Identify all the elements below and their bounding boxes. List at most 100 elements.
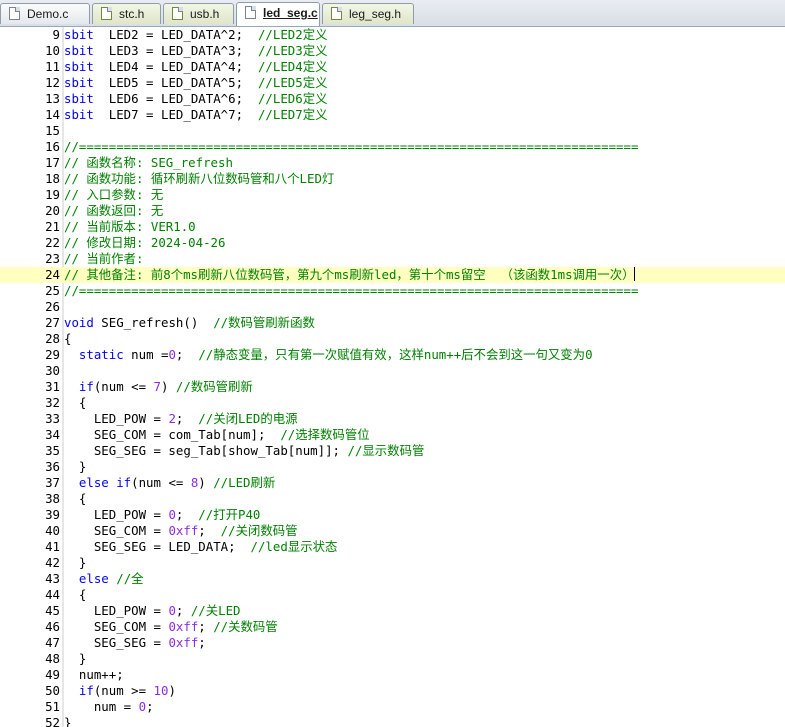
code-line[interactable]: 16 //====================================… xyxy=(0,139,785,155)
tab-Demo-c[interactable]: Demo.c xyxy=(0,3,90,24)
code-line[interactable]: 49 num++; xyxy=(0,667,785,683)
code-line[interactable]: 12 sbit LED5 = LED_DATA^5; //LED5定义 xyxy=(0,75,785,91)
line-number: 48 xyxy=(45,651,60,666)
code-line[interactable]: 26 xyxy=(0,299,785,315)
line-number: 44 xyxy=(45,587,60,602)
comment-token: // 当前版本: VER1.0 xyxy=(64,219,196,234)
line-number: 41 xyxy=(45,539,60,554)
file-icon xyxy=(331,7,342,20)
line-code: // 其他备注: 前8个ms刷新八位数码管，第九个ms刷新led，第十个ms留空… xyxy=(64,267,636,283)
code-line[interactable]: 30 xyxy=(0,363,785,379)
code-line[interactable]: 47 SEG_SEG = 0xff; xyxy=(0,635,785,651)
code-line[interactable]: 34 SEG_COM = com_Tab[num]; //选择数码管位 xyxy=(0,427,785,443)
line-number: 19 xyxy=(45,187,60,202)
code-token: (num >= xyxy=(93,683,154,698)
code-line[interactable]: 43 else //全 xyxy=(0,571,785,587)
code-line[interactable]: 52} xyxy=(0,715,785,727)
keyword-token: sbit xyxy=(64,75,94,90)
code-token: ; xyxy=(175,603,191,618)
code-token: LED6 = LED_DATA^6; xyxy=(93,91,258,106)
code-line[interactable]: 21 // 当前版本: VER1.0 xyxy=(0,219,785,235)
comment-token: //数码管刷新 xyxy=(175,379,253,394)
code-line[interactable]: 38 { xyxy=(0,491,785,507)
code-line[interactable]: 28 { xyxy=(0,331,785,347)
keyword-token: static xyxy=(78,347,124,362)
comment-token: //LED刷新 xyxy=(213,475,276,490)
code-line[interactable]: 10 sbit LED3 = LED_DATA^3; //LED3定义 xyxy=(0,43,785,59)
code-line[interactable]: 48 } xyxy=(0,651,785,667)
code-line[interactable]: 45 LED_POW = 0; //关LED xyxy=(0,603,785,619)
line-code: // 当前版本: VER1.0 xyxy=(64,219,196,235)
comment-token: // 函数返回: 无 xyxy=(64,203,164,218)
code-line[interactable]: 27 void SEG_refresh() //数码管刷新函数 xyxy=(0,315,785,331)
tab-led-seg-c[interactable]: led_seg.c xyxy=(236,2,320,26)
number-token: 2 xyxy=(168,411,176,426)
code-line[interactable]: 35 SEG_SEG = seg_Tab[show_Tab[num]]; //显… xyxy=(0,443,785,459)
code-line[interactable]: 25 //====================================… xyxy=(0,283,785,299)
line-number: 30 xyxy=(45,363,60,378)
code-line[interactable]: 33 LED_POW = 2; //关闭LED的电源 xyxy=(0,411,785,427)
comment-token: //关数码管 xyxy=(213,619,278,634)
line-number: 38 xyxy=(45,491,60,506)
line-code: SEG_SEG = LED_DATA; //led显示状态 xyxy=(64,539,338,555)
file-tab-bar: Demo.c stc.h usb.h led_seg.c leg_seg.h xyxy=(0,0,785,27)
code-line[interactable]: 40 SEG_COM = 0xff; //关闭数码管 xyxy=(0,523,785,539)
line-code: num = 0; xyxy=(64,699,154,715)
code-token: ; xyxy=(175,411,199,426)
number-token: 7 xyxy=(153,379,161,394)
line-code: LED_POW = 0; //关LED xyxy=(64,603,241,619)
code-token: } xyxy=(64,651,87,666)
code-line[interactable]: 11 sbit LED4 = LED_DATA^4; //LED4定义 xyxy=(0,59,785,75)
code-line[interactable]: 15 xyxy=(0,123,785,139)
code-token: LED7 = LED_DATA^7; xyxy=(93,107,258,122)
code-line[interactable]: 19 // 入口参数: 无 xyxy=(0,187,785,203)
line-code: // 函数功能: 循环刷新八位数码管和八个LED灯 xyxy=(64,171,334,187)
line-number: 12 xyxy=(45,75,60,90)
code-line[interactable]: 46 SEG_COM = 0xff; //关数码管 xyxy=(0,619,785,635)
code-line[interactable]: 36 } xyxy=(0,459,785,475)
code-line[interactable]: 42 } xyxy=(0,555,785,571)
line-code: SEG_COM = 0xff; //关闭数码管 xyxy=(64,523,298,539)
code-line[interactable]: 41 SEG_SEG = LED_DATA; //led显示状态 xyxy=(0,539,785,555)
number-token: 0xff xyxy=(168,523,199,538)
code-line[interactable]: 9 sbit LED2 = LED_DATA^2; //LED2定义 xyxy=(0,27,785,43)
tab-stc-h[interactable]: stc.h xyxy=(92,3,161,24)
line-number: 43 xyxy=(45,571,60,586)
code-line[interactable]: 39 LED_POW = 0; //打开P40 xyxy=(0,507,785,523)
code-line[interactable]: 51 num = 0; xyxy=(0,699,785,715)
line-number: 22 xyxy=(45,235,60,250)
code-line[interactable]: 44 { xyxy=(0,587,785,603)
code-line[interactable]: 22 // 修改日期: 2024-04-26 xyxy=(0,235,785,251)
line-number: 35 xyxy=(45,443,60,458)
code-editor[interactable]: 9 sbit LED2 = LED_DATA^2; //LED2定义 10 sbit … xyxy=(0,27,785,727)
code-line[interactable]: 37 else if(num <= 8) //LED刷新 xyxy=(0,475,785,491)
comment-token: // 其他备注: 前8个ms刷新八位数码管，第九个ms刷新led，第十个ms留空… xyxy=(64,267,635,282)
line-code: else //全 xyxy=(64,571,144,587)
code-token: SEG_COM = xyxy=(64,619,169,634)
tab-usb-h[interactable]: usb.h xyxy=(163,3,234,24)
line-number: 21 xyxy=(45,219,60,234)
code-token: ; xyxy=(198,523,221,538)
code-line[interactable]: 31 if(num <= 7) //数码管刷新 xyxy=(0,379,785,395)
code-line[interactable]: 18 // 函数功能: 循环刷新八位数码管和八个LED灯 xyxy=(0,171,785,187)
comment-token: // 函数功能: 循环刷新八位数码管和八个LED灯 xyxy=(64,171,335,186)
code-line[interactable]: 24 // 其他备注: 前8个ms刷新八位数码管，第九个ms刷新led，第十个ms… xyxy=(0,267,785,283)
comment-token: //关闭数码管 xyxy=(220,523,298,538)
tab-label: Demo.c xyxy=(27,7,69,21)
code-token: ) xyxy=(198,475,214,490)
code-token: SEG_refresh() xyxy=(93,315,214,330)
tab-leg-seg-h[interactable]: leg_seg.h xyxy=(322,3,414,24)
code-line[interactable]: 14 sbit LED7 = LED_DATA^7; //LED7定义 xyxy=(0,107,785,123)
code-token: SEG_SEG = seg_Tab[show_Tab[num]]; xyxy=(64,443,348,458)
line-number: 52 xyxy=(45,715,60,727)
code-line[interactable]: 17 // 函数名称: SEG_refresh xyxy=(0,155,785,171)
code-line[interactable]: 23 // 当前作者: xyxy=(0,251,785,267)
code-line[interactable]: 32 { xyxy=(0,395,785,411)
code-line[interactable]: 13 sbit LED6 = LED_DATA^6; //LED6定义 xyxy=(0,91,785,107)
code-line[interactable]: 50 if(num >= 10) xyxy=(0,683,785,699)
code-line[interactable]: 29 static num =0; //静态变量，只有第一次赋值有效，这样num… xyxy=(0,347,785,363)
code-line[interactable]: 20 // 函数返回: 无 xyxy=(0,203,785,219)
line-number: 47 xyxy=(45,635,60,650)
